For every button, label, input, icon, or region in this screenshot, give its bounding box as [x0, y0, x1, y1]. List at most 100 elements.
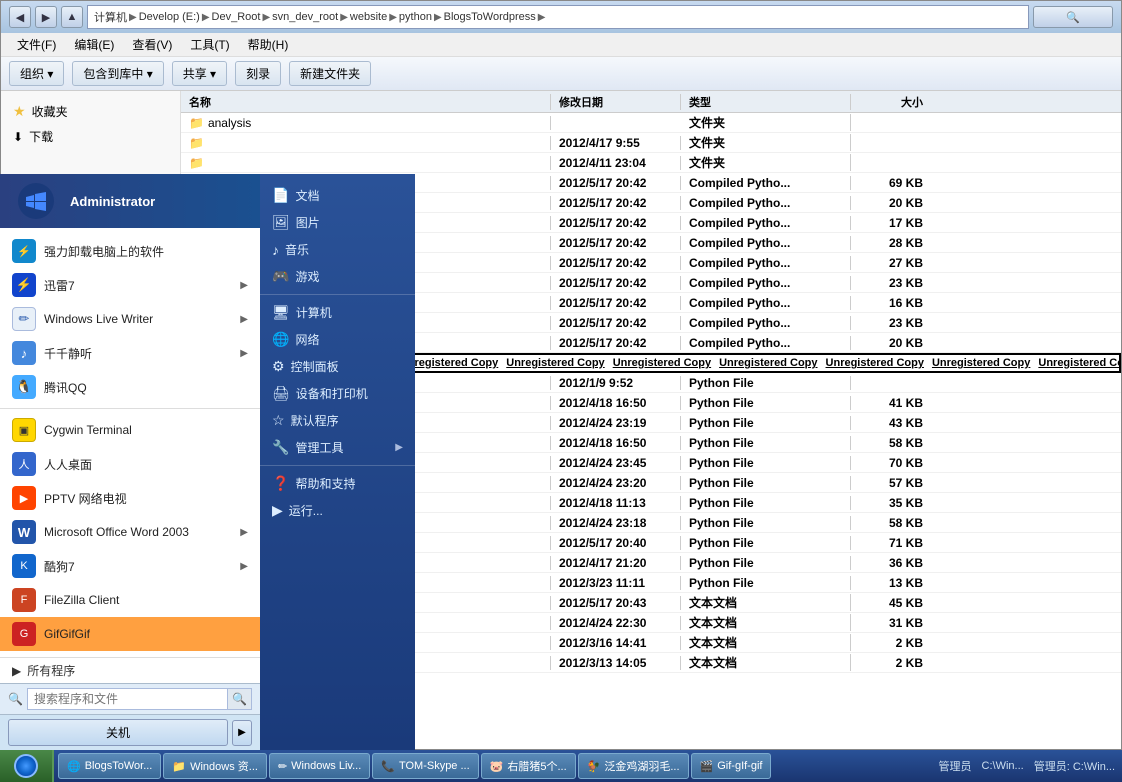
- share-button[interactable]: 共享 ▾: [172, 61, 227, 86]
- start-button[interactable]: [0, 750, 54, 782]
- table-row[interactable]: 📁 analysis 文件夹: [181, 113, 1121, 133]
- taskbar: 🌐 BlogsToWor... 📁 Windows 资... ✏ Windows…: [0, 750, 1122, 782]
- taskbar-tray: 管理员 C:\Win... 管理员: C:\Win...: [932, 758, 1122, 774]
- file-size: 13 KB: [851, 576, 931, 590]
- file-size: 70 KB: [851, 456, 931, 470]
- start-right-pictures[interactable]: 🖼 图片: [260, 209, 415, 236]
- start-right-games[interactable]: 🎮 游戏: [260, 263, 415, 290]
- header-date[interactable]: 修改日期: [551, 94, 681, 110]
- start-item-pptv[interactable]: ▶ PPTV 网络电视: [0, 481, 260, 515]
- file-name: 📁: [181, 156, 551, 170]
- start-right-documents[interactable]: 📄 文档: [260, 182, 415, 209]
- file-date: 2012/5/17 20:42: [551, 296, 681, 310]
- sidebar-item-favorites[interactable]: ★ 收藏夹: [1, 99, 180, 124]
- start-right-devices[interactable]: 🖨 设备和打印机: [260, 380, 415, 407]
- header-name[interactable]: 名称: [181, 94, 551, 110]
- file-type: Python File: [681, 456, 851, 470]
- taskbar-item-wlw[interactable]: ✏ Windows Liv...: [269, 753, 370, 779]
- breadcrumb-part[interactable]: website: [350, 11, 387, 23]
- menu-tools[interactable]: 工具(T): [182, 34, 237, 55]
- start-right-label: 音乐: [285, 241, 309, 258]
- shutdown-arrow[interactable]: ▶: [232, 720, 252, 746]
- burn-button[interactable]: 刻录: [235, 61, 281, 86]
- file-type: Compiled Pytho...: [681, 256, 851, 270]
- back-button[interactable]: ◀: [9, 6, 31, 28]
- start-item-kugou[interactable]: K 酷狗7 ▶: [0, 549, 260, 583]
- all-programs-button[interactable]: ▶ 所有程序: [0, 657, 260, 683]
- start-item-uninstall[interactable]: ⚡ 强力卸载电脑上的软件: [0, 234, 260, 268]
- file-size: 2 KB: [851, 636, 931, 650]
- start-username: Administrator: [70, 194, 155, 209]
- start-item-label: 人人桌面: [44, 456, 92, 473]
- cygwin-icon: ▣: [12, 418, 36, 442]
- start-search: 🔍 🔍: [0, 683, 260, 714]
- address-bar[interactable]: 计算机 ▶ Develop (E:) ▶ Dev_Root ▶ svn_dev_…: [87, 5, 1029, 29]
- wlw-icon: ✏: [12, 307, 36, 331]
- taskbar-item-explorer[interactable]: 📁 Windows 资...: [163, 753, 267, 779]
- start-right-label: 管理工具: [295, 439, 343, 456]
- new-folder-button[interactable]: 新建文件夹: [289, 61, 371, 86]
- shutdown-button[interactable]: 关机: [8, 719, 228, 746]
- start-item-thunder[interactable]: ⚡ 迅雷7 ▶: [0, 268, 260, 302]
- organize-button[interactable]: 组织 ▾: [9, 61, 64, 86]
- menu-file[interactable]: 文件(F): [9, 34, 64, 55]
- include-library-button[interactable]: 包含到库中 ▾: [72, 61, 163, 86]
- file-date: 2012/3/23 11:11: [551, 576, 681, 590]
- table-row[interactable]: 📁 2012/4/11 23:04 文件夹: [181, 153, 1121, 173]
- file-type: 文本文档: [681, 614, 851, 631]
- taskbar-item-icon: ✏: [278, 760, 287, 773]
- start-item-cygwin[interactable]: ▣ Cygwin Terminal: [0, 413, 260, 447]
- start-right-defaults[interactable]: ☆ 默认程序: [260, 407, 415, 434]
- up-button[interactable]: ▲: [61, 6, 83, 28]
- search-bar[interactable]: 🔍: [1033, 6, 1113, 28]
- menu-help[interactable]: 帮助(H): [240, 34, 297, 55]
- breadcrumb-part[interactable]: 计算机: [94, 9, 127, 25]
- start-item-gifgifgif[interactable]: G GifGifGif: [0, 617, 260, 651]
- start-item-word[interactable]: W Microsoft Office Word 2003 ▶: [0, 515, 260, 549]
- start-menu: Administrator ⚡ 强力卸载电脑上的软件 ⚡ 迅雷7 ▶ ✏ Win…: [0, 174, 415, 750]
- start-item-qq[interactable]: 🐧 腾讯QQ: [0, 370, 260, 404]
- header-type[interactable]: 类型: [681, 94, 851, 110]
- start-right-admintools[interactable]: 🔧 管理工具 ▶: [260, 434, 415, 461]
- taskbar-item-chicken[interactable]: 🐓 泛金鸡湖羽毛...: [578, 753, 689, 779]
- file-size: 23 KB: [851, 276, 931, 290]
- table-row[interactable]: 📁 2012/4/17 9:55 文件夹: [181, 133, 1121, 153]
- start-right-run[interactable]: ▶ 运行...: [260, 497, 415, 524]
- start-item-renren[interactable]: 人 人人桌面: [0, 447, 260, 481]
- start-right-network[interactable]: 🌐 网络: [260, 326, 415, 353]
- start-item-qqmusic[interactable]: ♪ 千千静听 ▶: [0, 336, 260, 370]
- file-type: Compiled Pytho...: [681, 276, 851, 290]
- sidebar-item-label: 收藏夹: [32, 103, 68, 120]
- file-date: 2012/3/16 14:41: [551, 636, 681, 650]
- header-size[interactable]: 大小: [851, 94, 931, 110]
- start-item-label: Microsoft Office Word 2003: [44, 525, 189, 539]
- start-right-help[interactable]: ❓ 帮助和支持: [260, 470, 415, 497]
- start-item-filezilla[interactable]: F FileZilla Client: [0, 583, 260, 617]
- taskbar-item-blogsto[interactable]: 🌐 BlogsToWor...: [58, 753, 161, 779]
- start-right-music[interactable]: ♪ 音乐: [260, 236, 415, 263]
- breadcrumb-part[interactable]: python: [399, 11, 432, 23]
- taskbar-item-pig[interactable]: 🐷 右腊猪5个...: [481, 753, 576, 779]
- start-right-computer[interactable]: 🖥 计算机: [260, 299, 415, 326]
- tray-item-admin[interactable]: 管理员: [936, 758, 975, 774]
- start-search-input[interactable]: [27, 688, 228, 710]
- breadcrumb-part[interactable]: BlogsToWordpress: [444, 11, 536, 23]
- breadcrumb-part[interactable]: Dev_Root: [212, 11, 261, 23]
- start-item-wlw[interactable]: ✏ Windows Live Writer ▶: [0, 302, 260, 336]
- breadcrumb-part[interactable]: svn_dev_root: [272, 11, 338, 23]
- menu-edit[interactable]: 编辑(E): [66, 34, 122, 55]
- file-type: Python File: [681, 416, 851, 430]
- start-right-controlpanel[interactable]: ⚙ 控制面板: [260, 353, 415, 380]
- start-search-button[interactable]: 🔍: [228, 688, 252, 710]
- breadcrumb-part[interactable]: Develop (E:): [139, 11, 200, 23]
- taskbar-item-skype[interactable]: 📞 TOM-Skype ...: [372, 753, 478, 779]
- file-name: 📁: [181, 136, 551, 150]
- file-date: 2012/5/17 20:40: [551, 536, 681, 550]
- sidebar-item-download[interactable]: ⬇ 下载: [1, 124, 180, 149]
- menu-view[interactable]: 查看(V): [124, 34, 180, 55]
- qq-icon: 🐧: [12, 375, 36, 399]
- taskbar-item-gif[interactable]: 🎬 Gif-gIf-gif: [691, 753, 772, 779]
- forward-button[interactable]: ▶: [35, 6, 57, 28]
- start-menu-header: Administrator: [0, 174, 260, 228]
- tray-item-cmd[interactable]: C:\Win...: [979, 760, 1027, 772]
